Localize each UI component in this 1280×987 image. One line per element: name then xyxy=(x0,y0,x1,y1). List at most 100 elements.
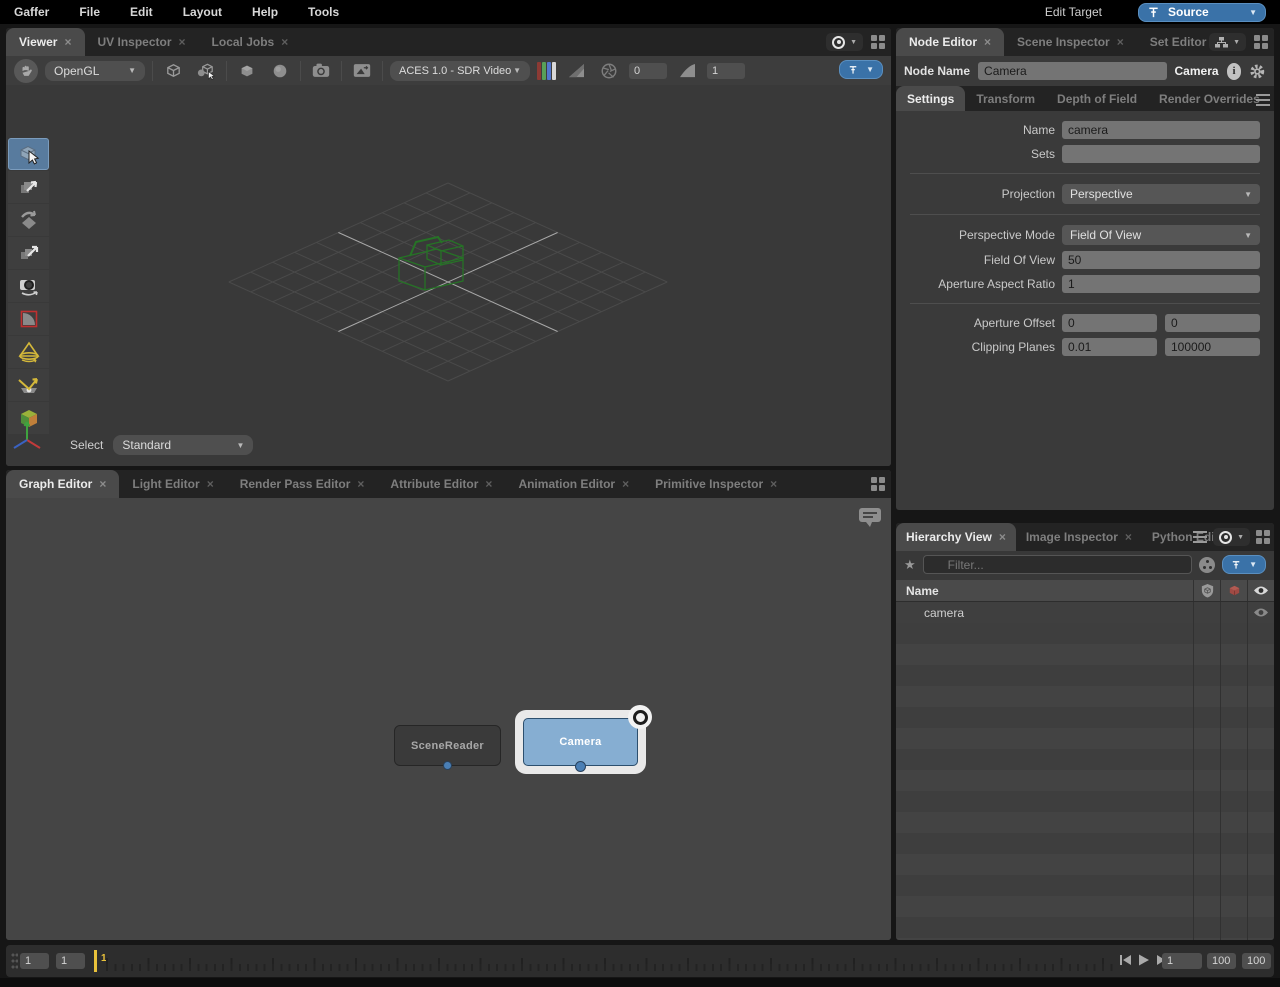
tab-animation-editor[interactable]: Animation Editor × xyxy=(505,470,642,498)
close-icon[interactable]: × xyxy=(622,478,629,490)
tab-image-inspector[interactable]: Image Inspector × xyxy=(1016,523,1142,551)
field-of-view-input[interactable] xyxy=(1062,251,1260,269)
subtab-depth-of-field[interactable]: Depth of Field xyxy=(1046,86,1148,111)
focus-node-indicator[interactable] xyxy=(628,705,652,729)
close-icon[interactable]: × xyxy=(1117,36,1124,48)
drag-handle[interactable] xyxy=(11,952,18,970)
node-scenereader[interactable]: SceneReader xyxy=(394,725,501,766)
clipping-planes-far-input[interactable] xyxy=(1165,338,1260,356)
node-editor-link-menu[interactable]: ▼ xyxy=(1209,33,1246,51)
tab-node-editor[interactable]: Node Editor × xyxy=(896,28,1004,56)
tab-hierarchy-view[interactable]: Hierarchy View × xyxy=(896,523,1016,551)
layout-menu-icon[interactable] xyxy=(871,35,885,49)
node-camera-output-plug[interactable] xyxy=(575,761,586,772)
tab-scene-inspector[interactable]: Scene Inspector × xyxy=(1004,28,1137,56)
gear-icon[interactable] xyxy=(1249,62,1266,81)
close-icon[interactable]: × xyxy=(179,36,186,48)
select-tool-button[interactable] xyxy=(8,138,49,170)
points-mode-button[interactable] xyxy=(193,60,219,82)
close-icon[interactable]: × xyxy=(207,478,214,490)
node-graph-canvas[interactable]: SceneReader Camera xyxy=(6,498,891,940)
rotate-tool-button[interactable] xyxy=(8,204,49,236)
render-column-header[interactable] xyxy=(1220,580,1247,601)
shaded-mode-button[interactable] xyxy=(267,60,293,82)
star-icon[interactable]: ★ xyxy=(904,557,916,573)
camera-settings-button[interactable] xyxy=(308,60,334,82)
range-end-input[interactable] xyxy=(1207,953,1236,969)
node-name-input[interactable] xyxy=(978,62,1166,80)
render-cell[interactable] xyxy=(1220,602,1247,623)
hierarchy-row-camera[interactable]: camera xyxy=(896,602,1274,623)
channels-rgb-icon[interactable] xyxy=(537,62,556,80)
crop-window-tool-button[interactable] xyxy=(8,303,49,335)
layout-menu-icon[interactable] xyxy=(1254,35,1268,49)
hierarchy-target-menu[interactable]: ▼ xyxy=(1213,528,1250,546)
menu-help[interactable]: Help xyxy=(252,5,278,19)
close-icon[interactable]: × xyxy=(770,478,777,490)
subtab-render-overrides[interactable]: Render Overrides xyxy=(1148,86,1271,111)
scale-tool-button[interactable] xyxy=(8,237,49,269)
tab-render-pass-editor[interactable]: Render Pass Editor × xyxy=(227,470,378,498)
image-view-button[interactable] xyxy=(349,60,375,82)
subtab-visual[interactable]: Visual xyxy=(1271,86,1274,111)
aperture-offset-x-input[interactable] xyxy=(1062,314,1157,332)
name-column-header[interactable]: Name xyxy=(896,584,1193,598)
filter-settings-icon[interactable] xyxy=(1199,557,1215,573)
node-camera[interactable]: Camera xyxy=(523,718,638,766)
menu-tools[interactable]: Tools xyxy=(308,5,339,19)
gamma-button[interactable] xyxy=(674,60,700,82)
filter-input[interactable] xyxy=(923,555,1192,574)
tab-attribute-editor[interactable]: Attribute Editor × xyxy=(377,470,505,498)
exposure-button[interactable] xyxy=(563,60,589,82)
close-icon[interactable]: × xyxy=(64,36,71,48)
aperture-offset-y-input[interactable] xyxy=(1165,314,1260,332)
clipping-planes-near-input[interactable] xyxy=(1062,338,1157,356)
visibility-column-header[interactable] xyxy=(1247,580,1274,601)
subtab-settings[interactable]: Settings xyxy=(896,86,965,111)
end-frame-input[interactable] xyxy=(1242,953,1271,969)
menu-gaffer[interactable]: Gaffer xyxy=(14,5,49,19)
start-frame-input[interactable] xyxy=(20,953,49,969)
menu-layout[interactable]: Layout xyxy=(183,5,222,19)
play-icon[interactable] xyxy=(1138,953,1150,967)
subtab-transform[interactable]: Transform xyxy=(965,86,1046,111)
tab-light-editor[interactable]: Light Editor × xyxy=(119,470,226,498)
camera-tool-button[interactable] xyxy=(8,270,49,302)
sets-input[interactable] xyxy=(1062,145,1260,163)
translate-tool-button[interactable] xyxy=(8,171,49,203)
close-icon[interactable]: × xyxy=(984,36,991,48)
tab-local-jobs[interactable]: Local Jobs × xyxy=(199,28,302,56)
playhead[interactable] xyxy=(94,950,97,972)
wireframe-cube-button[interactable] xyxy=(160,60,186,82)
tab-graph-editor[interactable]: Graph Editor × xyxy=(6,470,119,498)
close-icon[interactable]: × xyxy=(999,531,1006,543)
light-tool-button[interactable] xyxy=(8,336,49,368)
tab-uv-inspector[interactable]: UV Inspector × xyxy=(85,28,199,56)
frame-ruler-minor-ticks[interactable] xyxy=(106,964,1116,971)
range-start-input[interactable] xyxy=(56,953,85,969)
visibility-cell[interactable] xyxy=(1247,602,1274,623)
sets-cell[interactable] xyxy=(1193,602,1220,623)
edit-target-dropdown[interactable]: Source ▼ xyxy=(1138,3,1266,22)
tab-primitive-inspector[interactable]: Primitive Inspector × xyxy=(642,470,790,498)
close-icon[interactable]: × xyxy=(281,36,288,48)
layout-menu-icon[interactable] xyxy=(1256,530,1270,544)
light-position-tool-button[interactable] xyxy=(8,369,49,401)
layout-menu-icon[interactable] xyxy=(871,477,885,491)
close-icon[interactable]: × xyxy=(357,478,364,490)
viewer-pin-dropdown[interactable]: ▼ xyxy=(839,60,883,79)
skip-to-start-icon[interactable] xyxy=(1119,953,1132,967)
sets-column-header[interactable] xyxy=(1193,580,1220,601)
menu-icon[interactable] xyxy=(1193,531,1207,543)
close-icon[interactable]: × xyxy=(485,478,492,490)
close-icon[interactable]: × xyxy=(1125,531,1132,543)
hierarchy-pin-dropdown[interactable]: ▼ xyxy=(1222,555,1266,574)
gamma-input[interactable] xyxy=(707,63,745,79)
pan-tool-button[interactable] xyxy=(14,59,38,83)
perspective-mode-dropdown[interactable]: Field Of View ▼ xyxy=(1062,225,1260,245)
current-frame-input[interactable] xyxy=(1162,953,1202,969)
menu-file[interactable]: File xyxy=(79,5,100,19)
aperture-button[interactable] xyxy=(596,60,622,82)
node-scenereader-output-plug[interactable] xyxy=(443,761,452,770)
renderer-dropdown[interactable]: OpenGL ▼ xyxy=(45,61,145,81)
